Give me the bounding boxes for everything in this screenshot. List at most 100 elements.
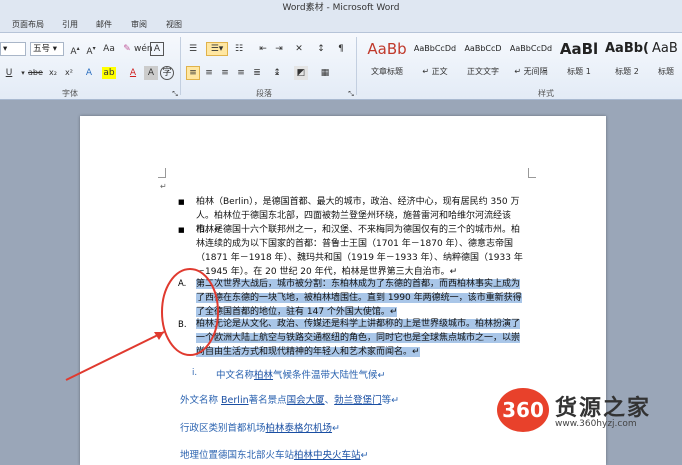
bullet-marker: ■ — [178, 226, 185, 234]
text-effects-icon[interactable]: A — [82, 66, 96, 80]
font-color-icon[interactable]: A — [126, 66, 140, 80]
watermark: 360 货源之家 www.360hyzj.com — [497, 388, 682, 436]
roman-list-item[interactable]: 中文名称柏林气候条件温带大陆性气候↵ — [216, 367, 386, 381]
annotation-arrow — [65, 331, 165, 381]
text-run: 著名景点 — [248, 395, 287, 406]
bullets-icon[interactable]: ☰ — [186, 42, 200, 56]
hyperlink-berlin[interactable]: 柏林 — [254, 370, 273, 381]
style-sample: AaBbCcDd — [509, 44, 553, 53]
distributed-icon[interactable]: ≣ — [250, 66, 264, 80]
selected-paragraph[interactable]: 柏林无论是从文化、政治、传媒还是科学上讲都称的上是世界级城市。柏林扮演了一个欧洲… — [196, 317, 526, 359]
strikethrough-icon[interactable]: abe — [28, 66, 43, 80]
underline-icon[interactable]: U — [2, 66, 16, 80]
bullet-marker: ■ — [178, 198, 185, 206]
style-name: 标题 1 — [567, 67, 591, 76]
ribbon: ▾ 五号 ▾ A▴ A▾ Aa ✎ wén A U ▾ abe x₂ x² A … — [0, 33, 682, 100]
line-spacing-icon[interactable]: ↨ — [270, 66, 284, 80]
watermark-logo: 360 — [497, 388, 549, 432]
hyperlink-reichstag[interactable]: 国会大厦 — [287, 395, 325, 406]
crop-mark — [528, 168, 536, 178]
red-annotation — [65, 268, 219, 381]
character-border-icon[interactable]: A — [150, 42, 164, 56]
text-run: 等↵ — [381, 395, 400, 406]
style-normal[interactable]: AaBbCcDd ↵ 正文 — [410, 36, 460, 86]
justify-icon[interactable]: ≡ — [234, 66, 248, 80]
chinese-layout-icon[interactable]: ✕ — [292, 42, 306, 56]
text-run: 地理位置德国东北部火车站 — [180, 450, 295, 461]
info-line-foreign-name[interactable]: 外文名称 Berlin著名景点国会大厦、勃兰登堡门等↵ — [180, 392, 399, 406]
tab-view[interactable]: 视图 — [166, 19, 182, 30]
style-name: 正文文字 — [467, 67, 499, 76]
style-title[interactable]: AaB 标题 — [650, 36, 682, 86]
style-sample: AaBb( — [605, 41, 649, 56]
style-article-title[interactable]: AaBb 文章标题 — [362, 36, 412, 86]
hyperlink-brandenburg-gate[interactable]: 勃兰登堡门 — [334, 395, 382, 406]
decrease-indent-icon[interactable]: ⇤ — [256, 42, 270, 56]
subscript-icon[interactable]: x₂ — [46, 66, 60, 80]
style-name: 标题 2 — [615, 67, 639, 76]
style-sample: AaBl — [559, 40, 599, 58]
watermark-url: www.360hyzj.com — [555, 419, 637, 429]
info-line-airport[interactable]: 行政区类别首都机场柏林泰格尔机场↵ — [180, 420, 340, 434]
character-shading-icon[interactable]: A — [144, 66, 158, 80]
superscript-icon[interactable]: x² — [62, 66, 76, 80]
increase-indent-icon[interactable]: ⇥ — [272, 42, 286, 56]
style-name: 标题 — [658, 67, 674, 76]
text-run: 外文名称 — [180, 395, 222, 406]
hyperlink-central-station[interactable]: 柏林中央火车站 — [294, 450, 361, 461]
tab-references[interactable]: 引用 — [62, 19, 78, 30]
enclose-characters-icon[interactable]: 字 — [160, 66, 174, 80]
style-sample: AaBbCcDd — [413, 44, 457, 53]
ribbon-separator — [180, 37, 181, 95]
info-line-station[interactable]: 地理位置德国东北部火车站柏林中央火车站↵ — [180, 447, 369, 461]
bullet-paragraph[interactable]: 柏林是德国十六个联邦州之一，和汉堡、不来梅同为德国仅有的三个的城市州。柏林连续的… — [196, 223, 526, 279]
highlight-color-icon[interactable]: ab — [102, 67, 116, 79]
crop-mark — [158, 168, 166, 178]
font-size-box[interactable]: 五号 ▾ — [30, 42, 64, 56]
align-right-icon[interactable]: ≡ — [218, 66, 232, 80]
font-name-box[interactable]: ▾ — [0, 42, 26, 56]
text-run: 气候条件温带大陆性气候↵ — [273, 370, 386, 381]
text-run: 行政区类别首都机场 — [180, 423, 266, 434]
font-group-label: 字体 — [62, 89, 78, 98]
style-body-text[interactable]: AaBbCcD 正文文字 — [458, 36, 508, 86]
show-marks-icon[interactable]: ¶ — [334, 42, 348, 56]
shading-icon[interactable]: ◩ — [294, 66, 308, 80]
align-center-icon[interactable]: ≡ — [202, 66, 216, 80]
title-bar: Word素材 - Microsoft Word — [0, 0, 682, 17]
text-run: ↵ — [360, 450, 369, 461]
style-heading-1[interactable]: AaBl 标题 1 — [554, 36, 604, 86]
text-run: 、 — [324, 395, 335, 406]
tab-page-layout[interactable]: 页面布局 — [12, 19, 44, 30]
tab-mailings[interactable]: 邮件 — [96, 19, 112, 30]
borders-icon[interactable]: ▦ — [318, 66, 332, 80]
multilevel-list-icon[interactable]: ☷ — [232, 42, 246, 56]
numbering-icon[interactable]: ☰▾ — [206, 42, 228, 56]
align-left-icon[interactable]: ≡ — [186, 66, 200, 80]
watermark-title: 货源之家 — [555, 396, 652, 421]
phonetic-guide-icon[interactable]: wén — [134, 42, 153, 56]
sort-icon[interactable]: ↕ — [314, 42, 328, 56]
clear-format-icon[interactable]: ✎ — [120, 42, 134, 56]
style-name: ↵ 正文 — [422, 67, 448, 76]
style-heading-2[interactable]: AaBb( 标题 2 — [602, 36, 652, 86]
selected-paragraph[interactable]: 第二次世界大战后，城市被分割：东柏林成为了东德的首都，而西柏林事实上成为了西德在… — [196, 277, 526, 319]
shrink-font-icon[interactable]: A▾ — [84, 42, 98, 57]
style-sample: AaB — [652, 41, 678, 56]
style-name: ↵ 无间隔 — [514, 67, 548, 76]
hyperlink-tegel-airport[interactable]: 柏林泰格尔机场 — [266, 423, 333, 434]
style-sample: AaBb — [367, 40, 407, 58]
selection-highlight: 第二次世界大战后，城市被分割：东柏林成为了东德的首都，而西柏林事实上成为了西德在… — [196, 279, 522, 317]
style-no-spacing[interactable]: AaBbCcDd ↵ 无间隔 — [506, 36, 556, 86]
paragraph-group-label: 段落 — [256, 89, 272, 98]
font-size-value: 五号 — [33, 44, 51, 54]
paragraph-mark: ↵ — [160, 182, 167, 191]
grow-font-icon[interactable]: A▴ — [68, 42, 82, 57]
ribbon-separator — [356, 37, 357, 95]
hyperlink-berlin-en[interactable]: Berlin — [221, 395, 249, 406]
window-title: Word素材 - Microsoft Word — [282, 3, 400, 13]
tab-review[interactable]: 审阅 — [131, 19, 147, 30]
annotation-circle — [161, 268, 219, 356]
styles-group-label: 样式 — [538, 89, 554, 98]
change-case-icon[interactable]: Aa — [102, 42, 116, 56]
